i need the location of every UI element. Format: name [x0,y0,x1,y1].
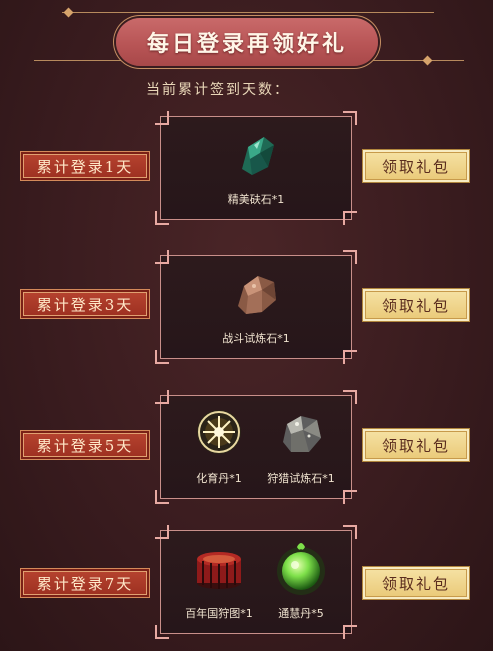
day-tag: 累计登录7天 [20,568,150,598]
frame-corner [155,111,169,125]
frame-corner [343,111,357,125]
day-tag: 累计登录5天 [20,430,150,460]
claim-button[interactable]: 领取礼包 [362,288,470,322]
reward-item[interactable]: 化育丹*1 [173,402,265,494]
item-label: 化育丹*1 [196,472,242,485]
frame-corner [343,211,357,225]
claim-button[interactable]: 领取礼包 [362,428,470,462]
red-drum-icon [197,552,241,589]
reward-box: 百年国狩图*1 通慧丹*5 [155,525,357,639]
claim-button[interactable]: 领取礼包 [362,566,470,600]
silver-ore-icon [283,416,321,452]
claim-button[interactable]: 领取礼包 [362,149,470,183]
frame-corner [343,350,357,364]
reward-row-day3: 累计登录3天 战斗试炼石*1 领取礼包 [0,250,493,364]
frame-corner [155,525,169,539]
frame-corner [155,211,169,225]
item-label: 精美砆石*1 [227,193,285,206]
day-tag: 累计登录1天 [20,151,150,181]
reward-row-day1: 累计登录1天 精美砆石*1 领取礼包 [0,111,493,225]
frame-corner [155,625,169,639]
item-label: 战斗试炼石*1 [222,332,290,345]
signin-count-label: 当前累计签到天数： [146,82,290,98]
frame-corner [155,390,169,404]
item-label: 通慧丹*5 [278,607,324,620]
glowing-pill-icon [197,410,241,454]
reward-box: 精美砆石*1 [155,111,357,225]
reward-item[interactable]: 通慧丹*5 [255,537,347,629]
green-orb-icon [277,543,325,595]
reward-item[interactable]: 狩猎试炼石*1 [255,402,347,494]
copper-ore-icon [238,276,276,314]
reward-box: 化育丹*1 狩猎试炼石*1 [155,390,357,504]
banner-top-line [62,12,434,13]
item-label: 狩猎试炼石*1 [267,472,335,485]
reward-item[interactable]: 百年国狩图*1 [173,537,265,629]
frame-corner [155,490,169,504]
reward-row-day5: 累计登录5天 化育丹*1 狩猎试炼石*1 领取礼包 [0,390,493,504]
item-label: 百年国狩图*1 [185,607,253,620]
title-plate: 每日登录再领好礼 [116,18,378,66]
reward-box: 战斗试炼石*1 [155,250,357,364]
day-tag: 累计登录3天 [20,289,150,319]
reward-item[interactable]: 精美砆石*1 [210,123,302,215]
header-banner: 每日登录再领好礼 [0,0,493,75]
frame-corner [155,350,169,364]
frame-corner [343,250,357,264]
jade-stone-icon [242,137,274,175]
reward-row-day7: 累计登录7天 百年国狩图*1 通慧丹*5 领取礼包 [0,525,493,639]
diamond-ornament [63,7,74,18]
reward-item[interactable]: 战斗试炼石*1 [210,262,302,354]
page-title: 每日登录再领好礼 [146,31,347,57]
frame-corner [155,250,169,264]
diamond-ornament [422,55,433,66]
